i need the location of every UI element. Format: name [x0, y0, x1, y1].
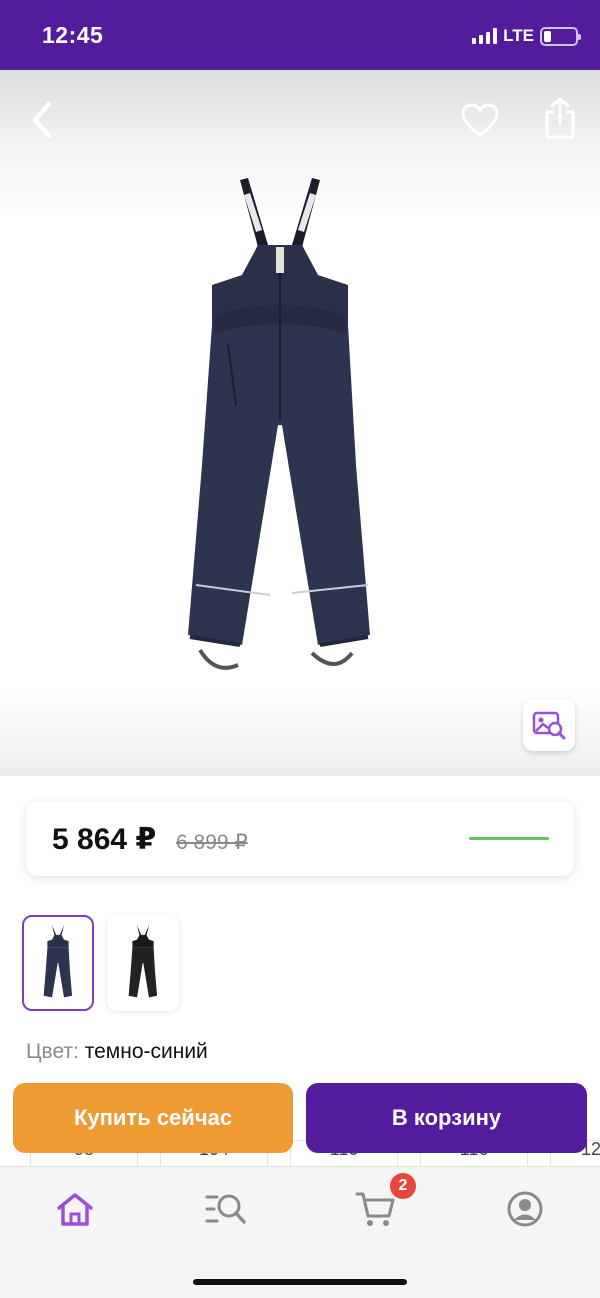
cart-icon — [355, 1192, 395, 1226]
network-label: LTE — [503, 26, 534, 45]
tab-home[interactable] — [47, 1185, 103, 1233]
color-info: Цвет: темно-синий — [26, 1040, 208, 1064]
favorite-button[interactable] — [458, 98, 502, 142]
catalog-search-icon — [205, 1194, 246, 1224]
color-label: Цвет: — [26, 1040, 79, 1063]
status-indicators: LTE — [472, 26, 581, 46]
profile-icon — [507, 1191, 543, 1227]
price-indicator — [469, 837, 549, 840]
share-icon — [545, 97, 575, 139]
share-button[interactable] — [538, 94, 582, 142]
tab-cart[interactable]: 2 — [348, 1173, 416, 1233]
color-variant-navy[interactable] — [22, 915, 94, 1011]
add-to-cart-button[interactable]: В корзину — [306, 1083, 587, 1153]
visual-search-button[interactable] — [523, 699, 575, 751]
thumbnail-image — [43, 924, 73, 998]
price-current: 5 864 ₽ — [52, 823, 157, 856]
color-value: темно-синий — [84, 1040, 208, 1063]
battery-icon — [540, 26, 581, 46]
buy-now-button[interactable]: Купить сейчас — [13, 1083, 293, 1153]
product-gallery[interactable] — [0, 70, 600, 776]
color-variant-black[interactable] — [107, 915, 179, 1011]
tab-bar: 2 — [0, 1166, 600, 1298]
heart-icon — [461, 103, 499, 137]
thumbnail-image — [128, 924, 158, 998]
tab-catalog[interactable] — [198, 1185, 254, 1233]
signal-icon — [472, 28, 498, 44]
chevron-left-icon — [32, 101, 52, 139]
back-button[interactable] — [22, 100, 62, 140]
status-bar: 12:45 LTE — [0, 0, 600, 70]
price-card: 5 864 ₽ 6 899 ₽ — [26, 802, 574, 876]
status-time: 12:45 — [42, 22, 104, 48]
product-image — [188, 178, 370, 670]
price-old: 6 899 ₽ — [176, 831, 248, 854]
home-indicator — [193, 1279, 407, 1285]
tab-profile[interactable] — [497, 1185, 553, 1233]
cart-count-badge: 2 — [390, 1173, 416, 1199]
image-search-icon — [532, 711, 566, 740]
home-icon — [57, 1193, 93, 1226]
